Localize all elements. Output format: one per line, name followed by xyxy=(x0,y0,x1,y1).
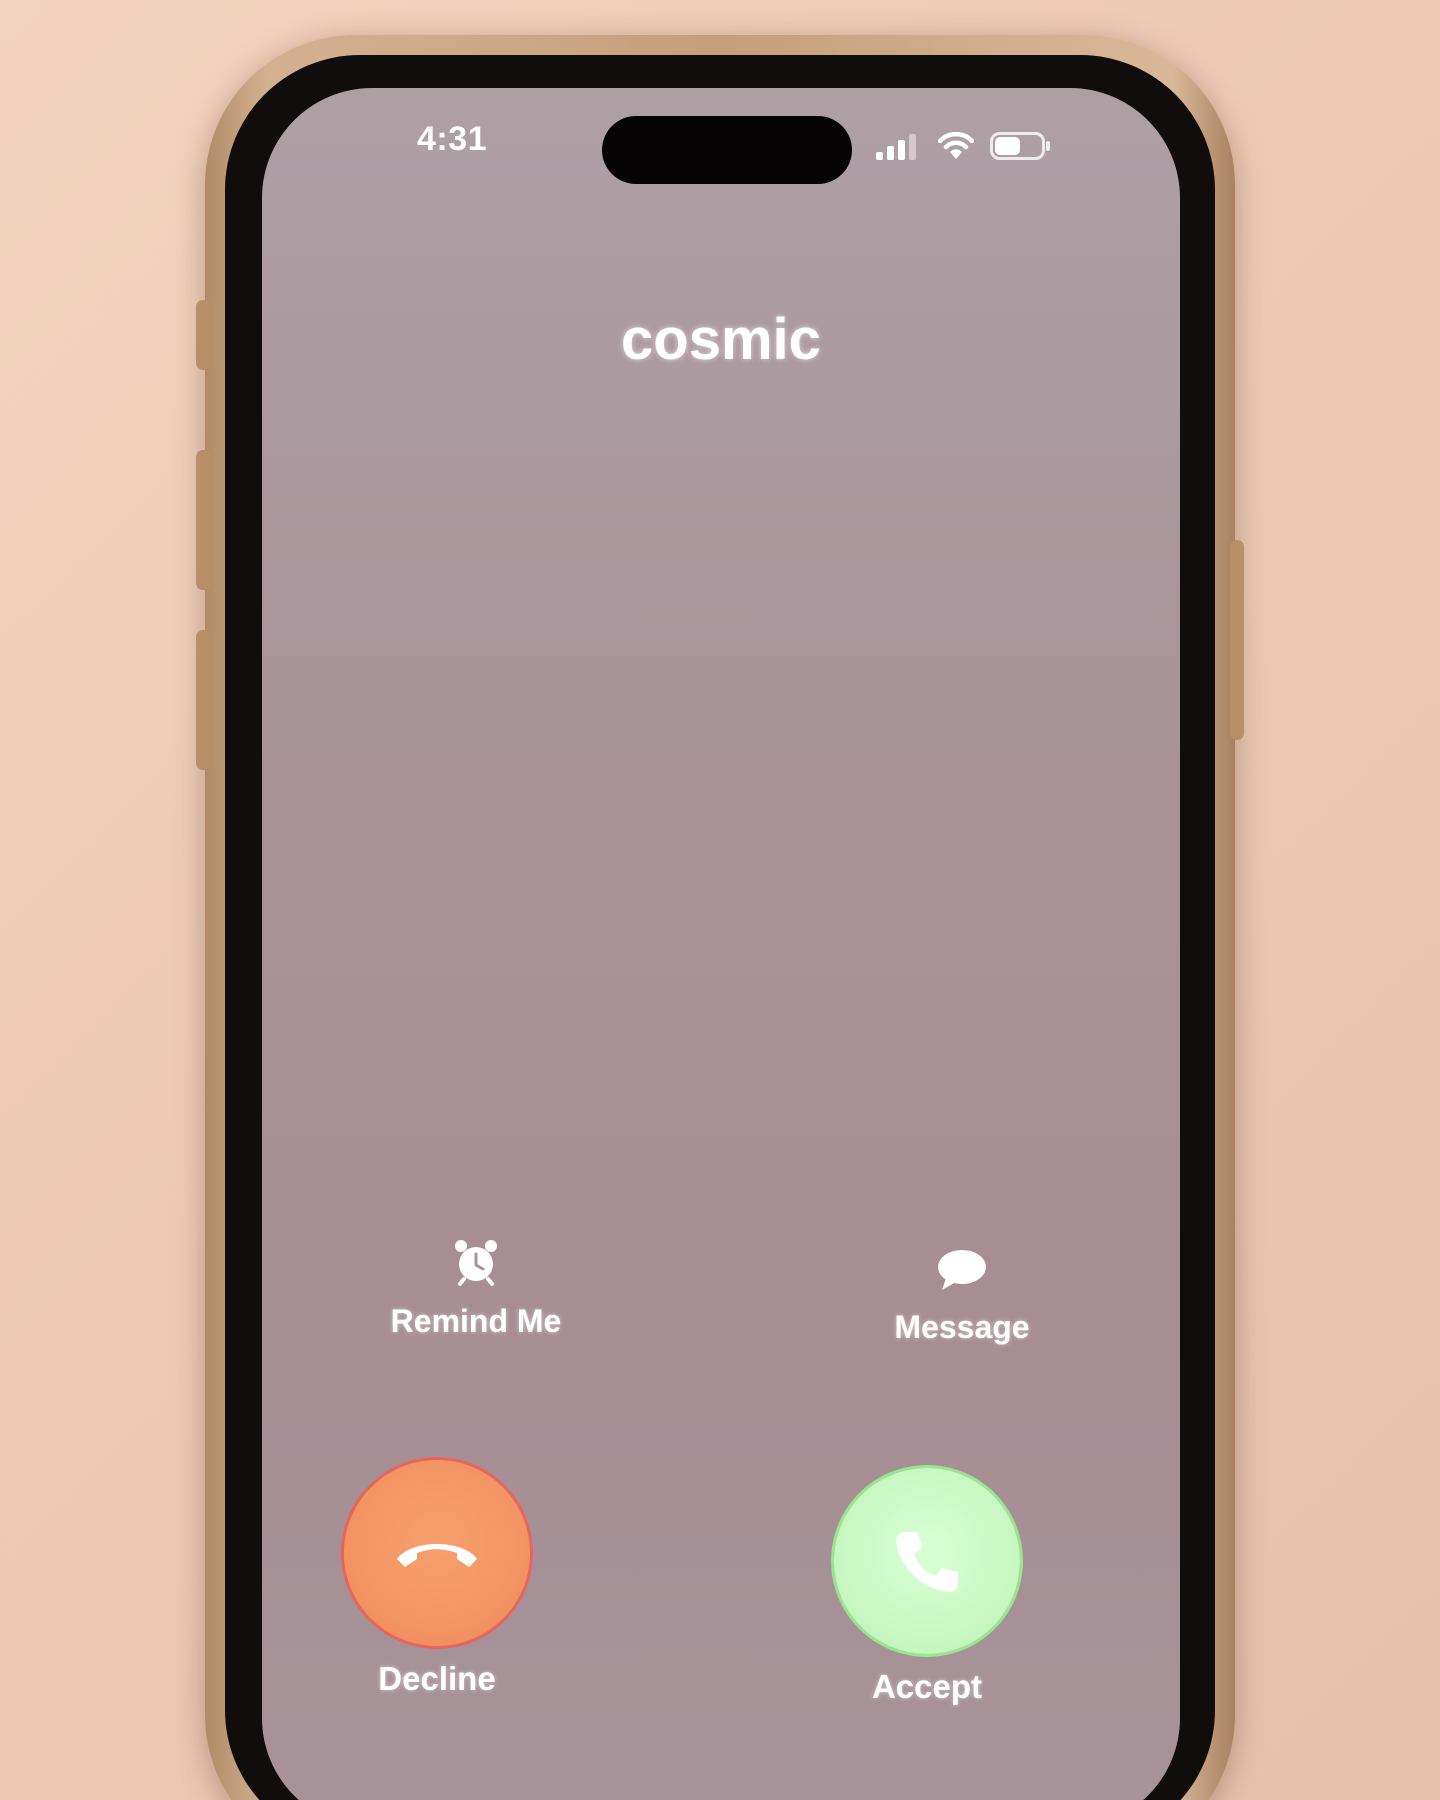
alarm-clock-icon xyxy=(455,1240,497,1286)
status-time: 4:31 xyxy=(417,120,488,158)
wifi-icon xyxy=(938,132,974,159)
volume-down-button xyxy=(196,630,210,770)
phone-hangup-icon xyxy=(397,1544,477,1567)
message-label: Message xyxy=(894,1309,1030,1345)
battery-icon xyxy=(990,132,1050,160)
incoming-call-screen: 4:31 cosmic Remind Me Message Decline Ac… xyxy=(262,88,1180,1800)
power-button xyxy=(1230,540,1244,740)
decline-label: Decline xyxy=(378,1660,496,1697)
phone-icon xyxy=(896,1532,958,1592)
message-button[interactable]: Message xyxy=(832,1248,1092,1346)
caller-name: cosmic xyxy=(621,307,821,372)
signal-icon xyxy=(876,134,916,160)
accept-button[interactable] xyxy=(834,1468,1020,1654)
volume-up-button xyxy=(196,450,210,590)
dynamic-island xyxy=(602,116,852,184)
status-icons xyxy=(876,132,1052,160)
action-button xyxy=(196,300,210,370)
remind-me-label: Remind Me xyxy=(390,1303,562,1339)
accept-label: Accept xyxy=(871,1668,983,1705)
speech-bubble-icon xyxy=(938,1250,986,1290)
remind-me-button[interactable]: Remind Me xyxy=(346,1238,606,1340)
decline-button[interactable] xyxy=(344,1460,530,1646)
